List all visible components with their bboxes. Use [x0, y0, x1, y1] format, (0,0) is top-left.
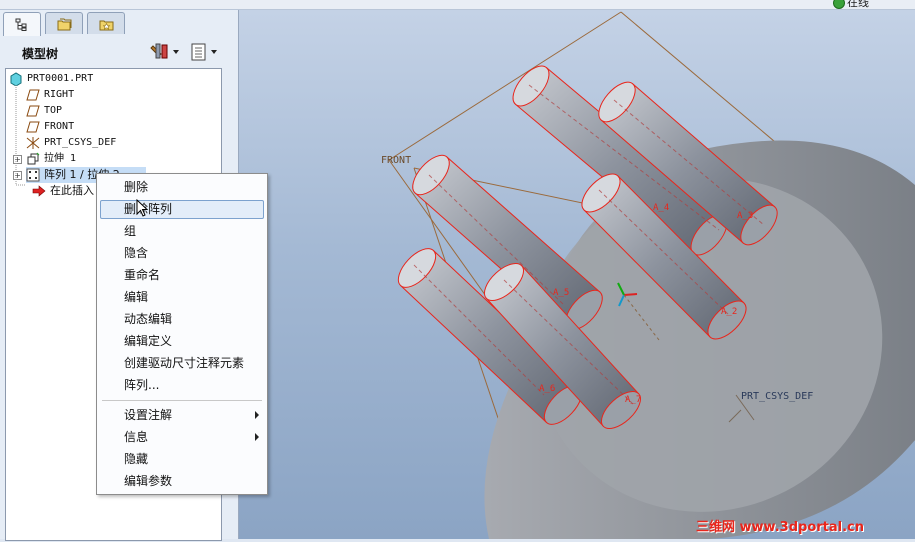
- tab-model-tree[interactable]: [3, 12, 41, 36]
- datum-plane-icon: [26, 121, 40, 133]
- axis-label: A_5: [553, 288, 569, 298]
- show-button[interactable]: [189, 42, 221, 62]
- menu-item-set-annotation[interactable]: 设置注解: [124, 406, 172, 424]
- tab-folders[interactable]: [45, 12, 83, 34]
- tree-icon: [15, 18, 27, 31]
- menu-item-info[interactable]: 信息: [124, 428, 148, 446]
- menu-item-create-driving-dim[interactable]: 创建驱动尺寸注释元素: [124, 354, 244, 372]
- menu-separator: [102, 400, 262, 401]
- axis-label: A_6: [539, 384, 555, 394]
- tree-settings-button[interactable]: [150, 42, 182, 62]
- list-icon: [191, 43, 217, 61]
- datum-plane-icon: [26, 105, 40, 117]
- tab-favorites[interactable]: [87, 12, 125, 34]
- menu-item-edit-parameters[interactable]: 编辑参数: [124, 472, 172, 490]
- csys-icon: [26, 137, 40, 149]
- tree-connector-lines: [15, 85, 26, 186]
- tools-icon: [150, 43, 179, 59]
- submenu-arrow-icon: [255, 411, 259, 419]
- axis-label: A_4: [653, 203, 669, 213]
- axis-label: A_7: [625, 395, 641, 405]
- folder-icon: [57, 18, 72, 31]
- axis-label: A_2: [721, 307, 737, 317]
- insert-arrow-icon: [32, 185, 46, 197]
- menu-item-group[interactable]: 组: [124, 222, 136, 240]
- menu-item-rename[interactable]: 重命名: [124, 266, 160, 284]
- panel-title: 模型树: [22, 47, 59, 61]
- favorites-icon: [99, 20, 114, 31]
- menu-item-delete[interactable]: 删除: [124, 178, 148, 196]
- graphics-viewport[interactable]: FRONT PRT_CSYS_DEF A_3 A_4 A_5 A_2 A_6 A_7: [239, 10, 915, 541]
- panel-header: 模型树: [0, 36, 238, 66]
- top-status-bar: 在线: [0, 0, 915, 10]
- menu-item-pattern[interactable]: 阵列...: [124, 376, 159, 394]
- menu-item-hide[interactable]: 隐藏: [124, 450, 148, 468]
- model-view: FRONT PRT_CSYS_DEF A_3 A_4 A_5 A_2 A_6 A_7: [381, 11, 915, 541]
- menu-item-delete-pattern[interactable]: 删除阵列: [124, 200, 172, 218]
- context-menu: 删除 删除阵列 组 隐含 重命名 编辑 动态编辑 编辑定义 创建驱动尺寸注释元素…: [96, 173, 268, 495]
- pattern-icon: [26, 168, 40, 182]
- menu-item-dynamic-edit[interactable]: 动态编辑: [124, 310, 172, 328]
- front-datum-label: FRONT: [381, 155, 411, 166]
- csys-datum-label: PRT_CSYS_DEF: [741, 391, 813, 402]
- menu-item-edit[interactable]: 编辑: [124, 288, 148, 306]
- menu-item-suppress[interactable]: 隐含: [124, 244, 148, 262]
- status-text: 在线: [847, 0, 869, 9]
- menu-item-edit-definition[interactable]: 编辑定义: [124, 332, 172, 350]
- extrude-icon: [27, 152, 40, 165]
- watermark: 三维网 www.3dportal.cn: [696, 520, 865, 535]
- submenu-arrow-icon: [255, 433, 259, 441]
- online-status-icon: [833, 0, 845, 9]
- datum-plane-icon: [26, 89, 40, 101]
- axis-label: A_3: [737, 211, 753, 221]
- mouse-cursor-icon: [136, 199, 148, 217]
